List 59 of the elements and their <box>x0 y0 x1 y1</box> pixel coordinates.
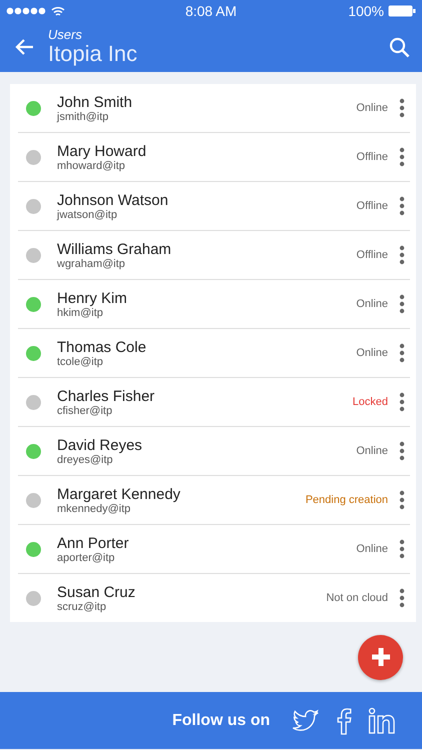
search-icon[interactable] <box>389 36 410 58</box>
user-status: Online <box>356 102 388 114</box>
user-row[interactable]: Henry Kim hkim@itp Online <box>18 280 410 329</box>
user-name: Margaret Kennedy <box>57 486 182 502</box>
user-name: Mary Howard <box>57 142 148 160</box>
user-login: hkim@itp <box>57 306 104 318</box>
battery-icon <box>388 5 416 17</box>
user-login: scruz@itp <box>57 600 108 612</box>
user-name: Henry Kim <box>57 290 128 306</box>
wifi-icon <box>51 6 65 16</box>
user-name: Williams Graham <box>57 240 172 258</box>
clock: 8:08 AM <box>185 3 237 19</box>
user-status: Not on cloud <box>326 592 388 604</box>
plus-icon <box>370 646 392 668</box>
user-status: Pending creation <box>305 494 388 506</box>
user-row[interactable]: Thomas Cole tcole@itp Online <box>18 329 410 378</box>
user-status: Online <box>356 347 388 359</box>
user-name: Charles Fisher <box>57 388 156 404</box>
user-login: aporter@itp <box>57 552 116 564</box>
user-name: John Smith <box>57 94 134 110</box>
user-row[interactable]: Williams Graham wgraham@itp Offline <box>18 231 410 280</box>
user-name: Susan Cruz <box>57 584 136 600</box>
user-name: Johnson Watson <box>57 192 170 208</box>
user-status: Locked <box>352 396 388 408</box>
user-row[interactable]: David Reyes dreyes@itp Online <box>18 427 410 476</box>
user-row[interactable]: Margaret Kennedy mkennedy@itp Pending creation <box>18 476 410 525</box>
signal-icon <box>6 7 48 15</box>
user-row[interactable]: Mary Howard mhoward@itp Offline <box>18 133 410 182</box>
facebook-icon[interactable] <box>336 706 352 734</box>
user-status: Offline <box>356 151 388 163</box>
add-button[interactable] <box>358 634 403 680</box>
user-status: Online <box>356 298 388 310</box>
user-status: Online <box>356 445 388 457</box>
user-status: Offline <box>356 249 388 261</box>
user-name: Thomas Cole <box>57 338 148 356</box>
user-login: mkennedy@itp <box>57 502 132 514</box>
user-login: cfisher@itp <box>57 404 114 416</box>
follow-label: Follow us on <box>172 712 270 730</box>
user-login: dreyes@itp <box>57 454 114 466</box>
user-row[interactable]: Susan Cruz scruz@itp Not on cloud <box>18 574 410 622</box>
user-login: mhoward@itp <box>57 160 126 172</box>
user-name: Ann Porter <box>57 534 130 552</box>
header-subtitle: Users <box>48 28 83 40</box>
battery-percent: 100% <box>348 3 384 19</box>
user-row[interactable]: Ann Porter aporter@itp Online <box>18 525 410 574</box>
user-name: David Reyes <box>57 436 144 454</box>
user-status: Offline <box>356 200 388 212</box>
user-row[interactable]: John Smith jsmith@itp Online <box>18 84 410 133</box>
header-title: Itopia Inc <box>48 40 138 66</box>
user-login: jwatson@itp <box>57 208 118 220</box>
user-login: wgraham@itp <box>57 258 126 270</box>
user-row[interactable]: Charles Fisher cfisher@itp Locked <box>18 378 410 427</box>
linkedin-icon[interactable] <box>368 706 396 734</box>
back-arrow-icon[interactable] <box>14 38 34 56</box>
user-row[interactable]: Johnson Watson jwatson@itp Offline <box>18 182 410 231</box>
user-status: Online <box>356 543 388 555</box>
user-login: tcole@itp <box>57 356 104 368</box>
bird-icon[interactable] <box>290 708 320 732</box>
user-login: jsmith@itp <box>57 110 110 122</box>
